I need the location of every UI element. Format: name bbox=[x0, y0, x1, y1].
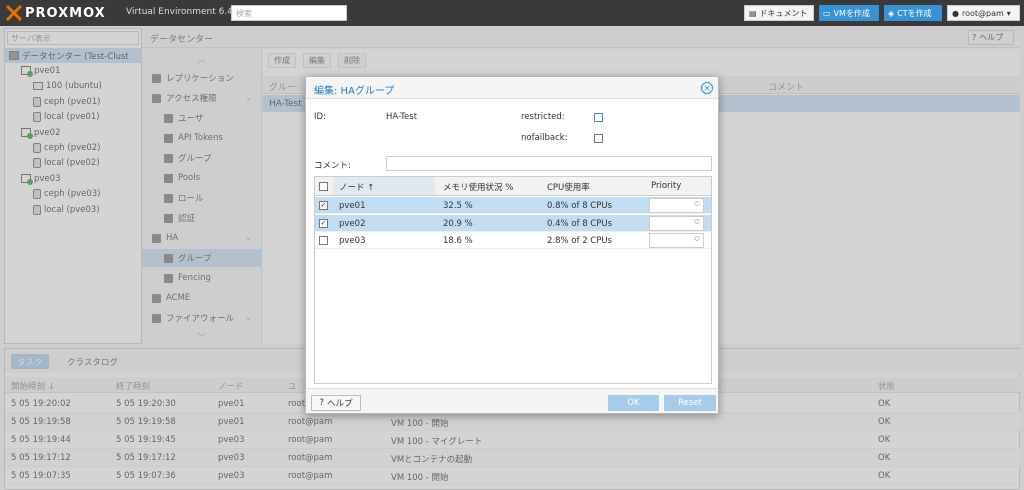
node-node: pve03 bbox=[339, 236, 366, 246]
top-bar: PROXMOX Virtual Environment 6.4-5 検索 ▤ ド… bbox=[0, 0, 1024, 26]
node-row[interactable]: ✓ pve01 32.5 % 0.8% of 8 CPUs ︿ ﹀ bbox=[315, 197, 711, 214]
create-vm-button[interactable]: ▭ VMを作成 bbox=[819, 5, 879, 21]
node-cpu: 0.8% of 8 CPUs bbox=[547, 201, 613, 211]
id-label: ID: bbox=[314, 112, 326, 122]
create-vm-label: VMを作成 bbox=[833, 8, 870, 18]
comment-label: コメント: bbox=[314, 161, 351, 171]
search-input[interactable]: 検索 bbox=[231, 5, 347, 21]
node-row[interactable]: pve03 18.6 % 2.8% of 2 CPUs ︿ ﹀ bbox=[315, 232, 711, 249]
priority-spinner[interactable]: ︿ ﹀ bbox=[649, 215, 704, 231]
node-cpu: 2.8% of 2 CPUs bbox=[547, 236, 613, 246]
node-checkbox[interactable]: ✓ bbox=[319, 201, 328, 210]
close-icon[interactable]: ✕ bbox=[701, 82, 713, 94]
cube-icon: ◈ bbox=[888, 8, 895, 18]
dialog-header: 編集: HAグループ ✕ bbox=[306, 77, 718, 99]
edit-ha-group-dialog: 編集: HAグループ ✕ ID: HA-Test restricted: nof… bbox=[305, 76, 719, 414]
col-memory[interactable]: メモリ使用状況 % bbox=[443, 181, 513, 193]
proxmox-x-icon bbox=[6, 5, 22, 21]
documentation-button[interactable]: ▤ ドキュメント bbox=[744, 5, 814, 21]
spinner-arrows-icon[interactable]: ︿ ﹀ bbox=[694, 234, 700, 246]
priority-spinner[interactable]: ︿ ﹀ bbox=[649, 233, 704, 248]
ok-button[interactable]: OK bbox=[608, 395, 659, 411]
node-mem: 20.9 % bbox=[443, 218, 473, 229]
node-mem: 18.6 % bbox=[443, 236, 473, 246]
node-grid: ノード ↑ メモリ使用状況 % CPU使用率 Priority ✓ pve01 32… bbox=[314, 176, 712, 384]
dialog-title: 編集: HAグループ bbox=[314, 86, 395, 97]
chevron-down-icon: ▾ bbox=[1006, 8, 1011, 18]
node-node: pve02 bbox=[339, 218, 366, 229]
monitor-icon: ▭ bbox=[823, 8, 831, 18]
restricted-checkbox[interactable] bbox=[594, 113, 603, 122]
create-ct-label: CTを作成 bbox=[897, 8, 932, 18]
priority-spinner[interactable]: ︿ ﹀ bbox=[649, 198, 704, 213]
create-ct-button[interactable]: ◈ CTを作成 bbox=[884, 5, 942, 21]
user-icon: ● bbox=[952, 8, 959, 18]
restricted-label: restricted: bbox=[521, 112, 565, 122]
node-checkbox[interactable] bbox=[319, 236, 328, 245]
spinner-arrows-icon[interactable]: ︿ ﹀ bbox=[694, 216, 700, 229]
node-mem: 32.5 % bbox=[443, 201, 473, 211]
comment-input[interactable] bbox=[386, 156, 712, 171]
spinner-arrows-icon[interactable]: ︿ ﹀ bbox=[694, 199, 700, 211]
col-cpu[interactable]: CPU使用率 bbox=[547, 181, 590, 193]
proxmox-logo: PROXMOX bbox=[6, 4, 106, 22]
select-all-checkbox[interactable] bbox=[319, 182, 328, 191]
help-icon: ? bbox=[319, 398, 324, 408]
node-row[interactable]: ✓ pve02 20.9 % 0.4% of 8 CPUs ︿ ﹀ bbox=[315, 214, 711, 232]
node-cpu: 0.4% of 8 CPUs bbox=[547, 218, 613, 229]
node-checkbox[interactable]: ✓ bbox=[319, 218, 328, 228]
user-menu-button[interactable]: ● root@pam ▾ bbox=[947, 5, 1020, 21]
book-icon: ▤ bbox=[749, 8, 757, 18]
logo-text: PROXMOX bbox=[25, 5, 106, 21]
col-node-sort[interactable]: ノード ↑ bbox=[339, 181, 374, 193]
version-label: Virtual Environment 6.4-5 bbox=[126, 7, 242, 17]
reset-button[interactable]: Reset bbox=[664, 395, 716, 411]
id-value: HA-Test bbox=[386, 112, 418, 122]
nofailback-label: nofailback: bbox=[521, 133, 568, 143]
documentation-label: ドキュメント bbox=[759, 8, 808, 18]
dialog-help-button[interactable]: ? ヘルプ bbox=[311, 395, 361, 411]
node-node: pve01 bbox=[339, 201, 366, 211]
dialog-help-label: ヘルプ bbox=[327, 399, 353, 409]
col-priority[interactable]: Priority bbox=[651, 181, 681, 191]
user-label: root@pam bbox=[961, 8, 1004, 18]
node-grid-header: ノード ↑ メモリ使用状況 % CPU使用率 Priority bbox=[315, 177, 711, 196]
dialog-footer: ? ヘルプ OK Reset bbox=[306, 388, 718, 413]
nofailback-checkbox[interactable] bbox=[594, 134, 603, 143]
